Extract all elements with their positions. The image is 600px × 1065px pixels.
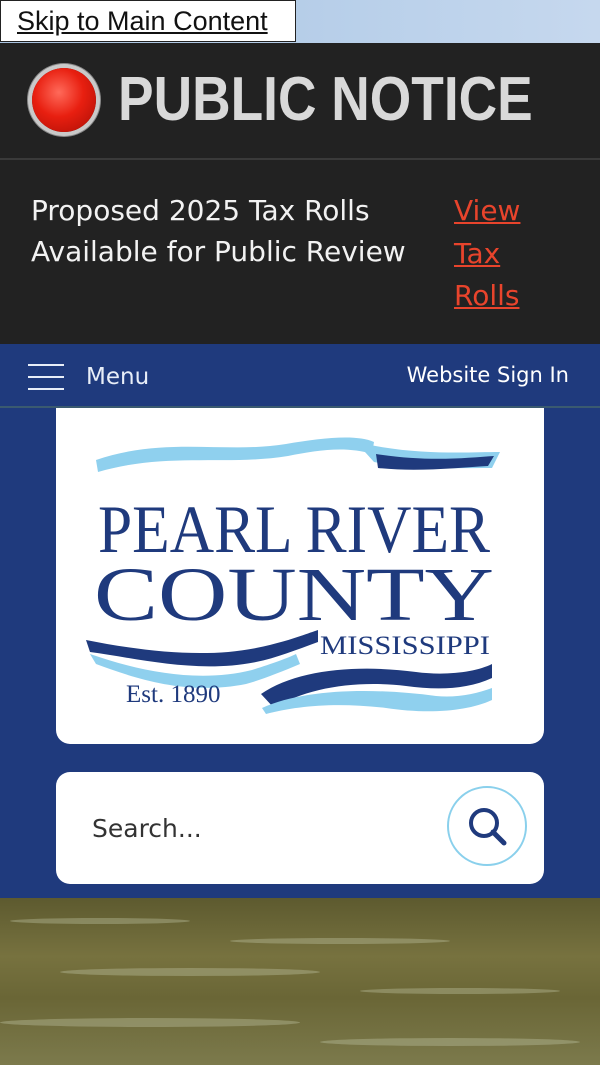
- public-notice-header: PUBLIC NOTICE: [0, 43, 600, 160]
- county-logo-card[interactable]: PEARL RIVER COUNTY MISSISSIPPI Est. 1890: [56, 408, 544, 744]
- search-input[interactable]: [92, 808, 422, 848]
- search-button[interactable]: [447, 786, 527, 866]
- county-logo: PEARL RIVER COUNTY MISSISSIPPI Est. 1890: [86, 437, 500, 714]
- hamburger-menu-icon[interactable]: [28, 364, 64, 390]
- logo-line2: COUNTY: [94, 553, 494, 637]
- header-blue-panel: PEARL RIVER COUNTY MISSISSIPPI Est. 1890: [0, 408, 600, 898]
- hero-river-image: [0, 898, 600, 1065]
- skip-to-main-link[interactable]: Skip to Main Content: [0, 0, 296, 42]
- logo-state: MISSISSIPPI: [320, 631, 490, 660]
- notice-message: Proposed 2025 Tax Rolls Available for Pu…: [31, 194, 406, 268]
- menu-button[interactable]: Menu: [86, 364, 149, 390]
- top-nav-bar: Menu Website Sign In: [0, 344, 600, 408]
- view-tax-rolls-link[interactable]: View Tax Rolls: [454, 190, 564, 318]
- search-icon: [469, 808, 507, 846]
- website-sign-in-link[interactable]: Website Sign In: [407, 363, 569, 387]
- notice-title: PUBLIC NOTICE: [118, 65, 533, 134]
- public-notice-body: Proposed 2025 Tax Rolls Available for Pu…: [0, 160, 600, 344]
- search-box: [56, 772, 544, 884]
- logo-established: Est. 1890: [126, 681, 220, 708]
- alert-light-icon: [32, 68, 96, 132]
